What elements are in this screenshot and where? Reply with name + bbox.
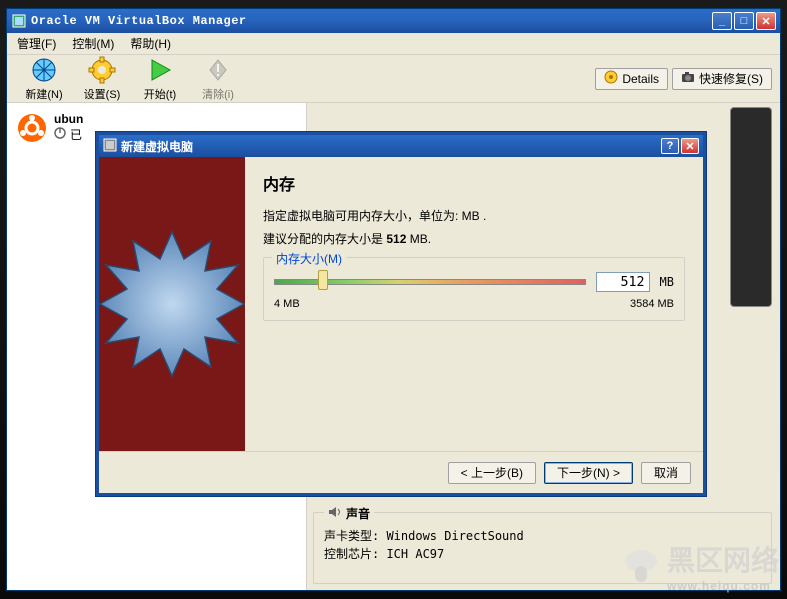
wizard-title: 新建虚拟电脑 — [121, 138, 193, 155]
minimize-button[interactable]: _ — [712, 12, 732, 30]
help-button[interactable]: ? — [661, 138, 679, 154]
camera-icon — [681, 70, 695, 87]
back-button[interactable]: < 上一步(B) — [448, 462, 536, 484]
wizard-sidebar — [99, 157, 245, 451]
menu-help[interactable]: 帮助(H) — [126, 33, 175, 54]
titlebar[interactable]: Oracle VM VirtualBox Manager _ □ ✕ — [7, 9, 780, 33]
details-button[interactable]: Details — [595, 68, 668, 90]
vm-name: ubun — [54, 112, 83, 126]
wizard-content: 内存 指定虚拟电脑可用内存大小，单位为: MB . 建议分配的内存大小是 512… — [245, 157, 703, 451]
toolbar-start[interactable]: 开始(t) — [131, 56, 189, 102]
toolbar: 新建(N) 设置(S) 开始(t) 清除(i) — [7, 55, 780, 103]
discard-icon — [204, 56, 232, 84]
sound-group: 声音 声卡类型: Windows DirectSound 控制芯片: ICH A… — [313, 512, 772, 584]
power-icon — [54, 127, 66, 142]
wizard-close-button[interactable]: ✕ — [681, 138, 699, 154]
menu-file[interactable]: 管理(F) — [13, 33, 60, 54]
window-title: Oracle VM VirtualBox Manager — [31, 14, 712, 28]
slider-max: 3584 MB — [630, 298, 674, 310]
vm-state: 已 — [70, 126, 82, 143]
reco-value: 512 — [386, 232, 406, 246]
menubar: 管理(F) 控制(M) 帮助(H) — [7, 33, 780, 55]
menu-machine[interactable]: 控制(M) — [68, 33, 118, 54]
details-icon — [604, 70, 618, 87]
memory-input[interactable] — [596, 272, 650, 292]
toolbar-new-label: 新建(N) — [25, 86, 62, 102]
app-icon — [11, 13, 27, 29]
new-vm-wizard: 新建虚拟电脑 ? ✕ 内存 指定虚拟电脑可用内存大小，单位为: MB . 建议分… — [96, 132, 706, 496]
memory-slider[interactable] — [274, 272, 586, 292]
details-label: Details — [622, 72, 659, 86]
slider-min: 4 MB — [274, 298, 300, 310]
wizard-icon — [103, 138, 117, 155]
sound-chip-label: 控制芯片: — [324, 547, 386, 561]
toolbar-settings-label: 设置(S) — [84, 86, 121, 102]
toolbar-discard[interactable]: 清除(i) — [189, 56, 247, 102]
memory-legend: 内存大小(M) — [272, 250, 346, 267]
wizard-desc: 指定虚拟电脑可用内存大小，单位为: MB . — [263, 207, 685, 224]
ubuntu-icon — [16, 112, 48, 144]
toolbar-new[interactable]: 新建(N) — [15, 56, 73, 102]
snapshot-button[interactable]: 快速修复(S) — [672, 68, 772, 90]
close-button[interactable]: ✕ — [756, 12, 776, 30]
memory-field: 内存大小(M) MB 4 MB 3584 MB — [263, 257, 685, 321]
reco-suffix: MB. — [406, 232, 431, 246]
cancel-button[interactable]: 取消 — [641, 462, 691, 484]
snapshot-label: 快速修复(S) — [699, 70, 763, 87]
memory-unit: MB — [660, 275, 674, 289]
sound-type-label: 声卡类型: — [324, 529, 386, 543]
gear-icon — [88, 56, 116, 84]
reco-prefix: 建议分配的内存大小是 — [263, 232, 386, 246]
wizard-footer: < 上一步(B) 下一步(N) > 取消 — [99, 451, 703, 493]
sound-title: 声音 — [346, 505, 370, 522]
sound-type-value: Windows DirectSound — [386, 529, 523, 543]
sound-chip-value: ICH AC97 — [386, 547, 444, 561]
speaker-icon — [328, 505, 342, 522]
play-icon — [146, 56, 174, 84]
maximize-button[interactable]: □ — [734, 12, 754, 30]
next-button[interactable]: 下一步(N) > — [544, 462, 633, 484]
toolbar-start-label: 开始(t) — [144, 86, 176, 102]
toolbar-discard-label: 清除(i) — [202, 86, 234, 102]
wizard-heading: 内存 — [263, 171, 685, 195]
wizard-titlebar[interactable]: 新建虚拟电脑 ? ✕ — [99, 135, 703, 157]
toolbar-settings[interactable]: 设置(S) — [73, 56, 131, 102]
new-icon — [30, 56, 58, 84]
preview-thumbnail — [730, 107, 772, 307]
